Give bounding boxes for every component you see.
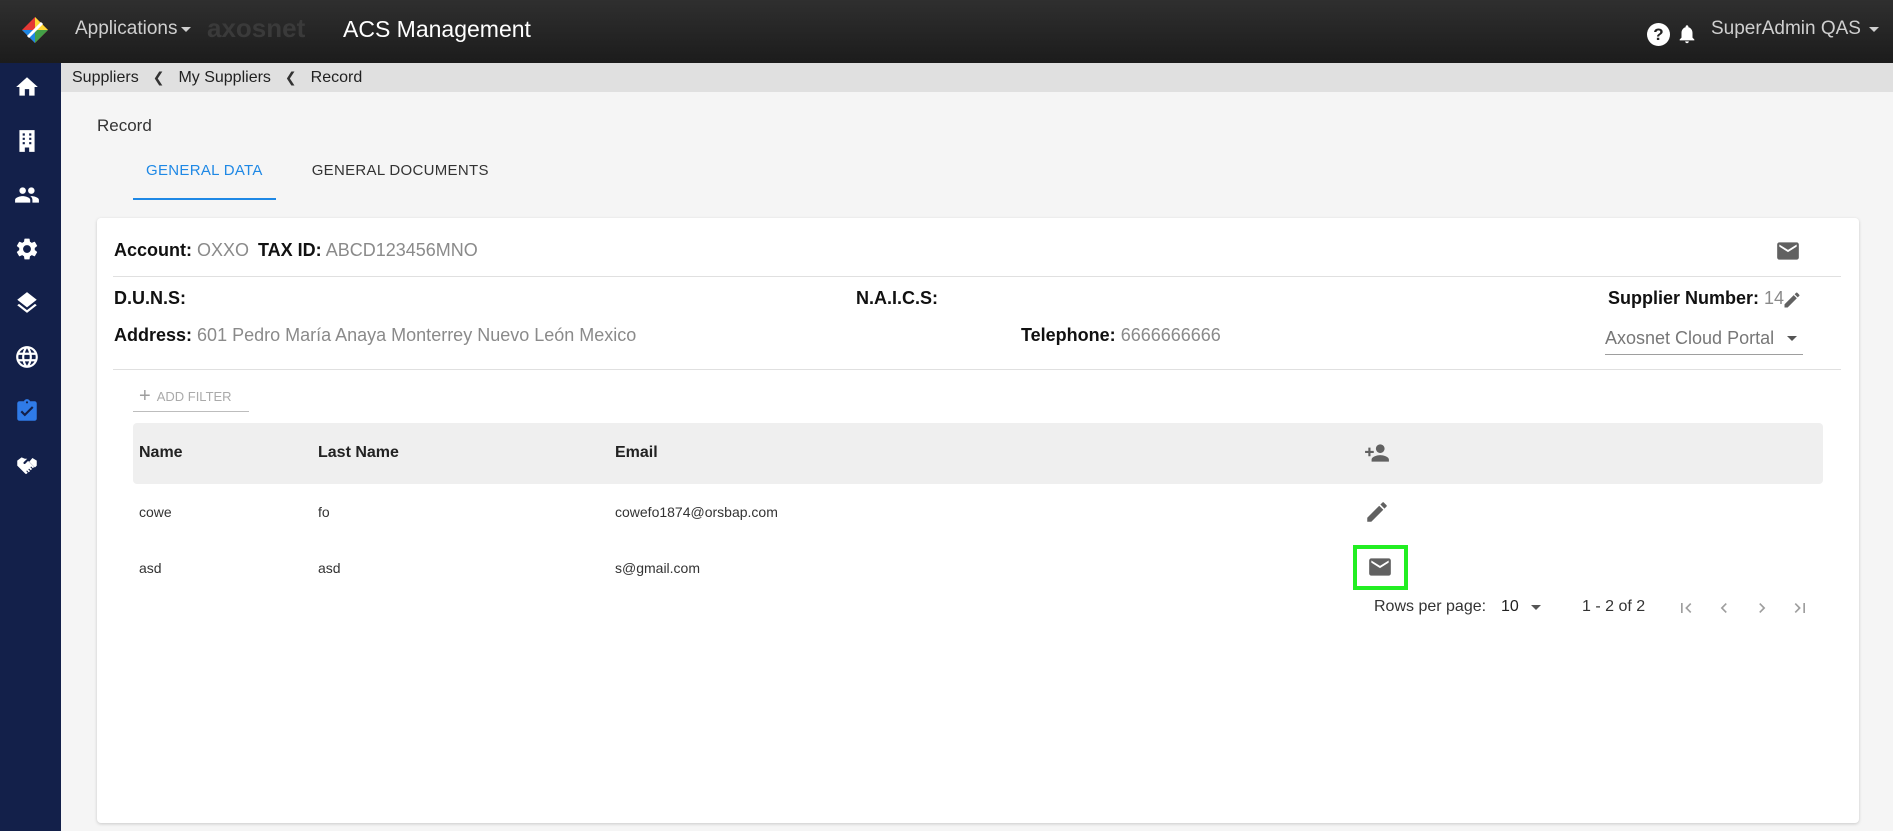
cell-name: cowe [139, 504, 172, 520]
globe-icon [16, 346, 38, 368]
user-menu[interactable]: SuperAdmin QAS [1711, 18, 1879, 40]
first-page-icon [1681, 603, 1692, 613]
rows-per-page-select[interactable]: 10 [1501, 598, 1541, 616]
mail-icon [1369, 558, 1391, 576]
handshake-icon [17, 457, 37, 474]
column-header-last-name[interactable]: Last Name [318, 444, 399, 462]
table-header: Name Last Name Email [133, 423, 1823, 484]
account-label: Account: [114, 240, 192, 260]
previous-page-button[interactable] [1714, 598, 1734, 618]
sidebar-item-layers[interactable] [13, 289, 41, 317]
users-icon [15, 187, 39, 203]
cell-name: asd [139, 560, 162, 576]
help-icon[interactable]: ? [1647, 23, 1670, 46]
caret-down-icon [1787, 335, 1797, 341]
rows-per-page-value: 10 [1501, 598, 1519, 615]
add-contact-button[interactable] [1362, 438, 1392, 468]
cell-last-name: asd [318, 560, 341, 576]
cell-email: cowefo1874@orsbap.com [615, 504, 778, 520]
applications-label: Applications [75, 18, 178, 39]
supplier-number-label: Supplier Number: [1608, 288, 1760, 308]
caret-down-icon [1868, 26, 1879, 32]
chevron-left-icon: ❮ [284, 69, 297, 85]
breadcrumb-record: Record [310, 68, 363, 86]
app-title: ACS Management [343, 16, 531, 42]
sidebar-item-settings[interactable] [13, 235, 41, 263]
sidebar-item-tasks[interactable] [13, 397, 41, 425]
taxid-value: ABCD123456MNO [325, 240, 478, 260]
portal-select-value: Axosnet Cloud Portal [1605, 327, 1775, 348]
column-header-email[interactable]: Email [615, 444, 658, 462]
add-filter-button[interactable]: + ADD FILTER [133, 382, 249, 412]
taxid-field: TAX ID: ABCD123456MNO [258, 240, 478, 261]
naics-label: N.A.I.C.S: [856, 288, 939, 308]
address-value: 601 Pedro María Anaya Monterrey Nuevo Le… [197, 325, 637, 345]
layers-icon [17, 292, 37, 313]
record-card: Account: OXXO TAX ID: ABCD123456MNO D.U.… [97, 218, 1859, 823]
breadcrumb: Suppliers ❮ My Suppliers ❮ Record [61, 63, 1893, 92]
plus-icon: + [139, 385, 151, 407]
portal-select[interactable]: Axosnet Cloud Portal [1605, 322, 1803, 355]
chevron-left-icon [1720, 603, 1727, 613]
send-invite-button[interactable] [1365, 552, 1395, 582]
cell-email: s@gmail.com [615, 560, 701, 576]
person-add-icon [1365, 444, 1389, 462]
add-filter-label: ADD FILTER [156, 389, 232, 404]
tab-bar: GENERAL DATA GENERAL DOCUMENTS [133, 152, 502, 200]
address-label: Address: [114, 325, 193, 345]
sidebar [0, 63, 61, 831]
tab-general-documents[interactable]: GENERAL DOCUMENTS [299, 152, 502, 200]
breadcrumb-my-suppliers[interactable]: My Suppliers [178, 69, 270, 87]
divider [113, 276, 1841, 277]
mail-icon[interactable] [1775, 238, 1801, 264]
caret-down-icon [181, 26, 192, 32]
pagination-range: 1 - 2 of 2 [1582, 598, 1646, 615]
sidebar-item-companies[interactable] [13, 127, 41, 155]
sidebar-item-home[interactable] [13, 73, 41, 101]
chevron-right-icon [1759, 603, 1766, 613]
app-logo-icon[interactable] [20, 15, 50, 45]
telephone-field: Telephone: 6666666666 [1021, 325, 1221, 346]
building-icon [19, 130, 35, 152]
sidebar-item-globe[interactable] [13, 343, 41, 371]
divider [113, 369, 1841, 370]
duns-field: D.U.N.S: [114, 288, 186, 309]
chevron-left-icon: ❮ [152, 69, 165, 85]
brand-logo: axosnet [207, 13, 306, 43]
tab-general-data[interactable]: GENERAL DATA [133, 152, 276, 200]
applications-menu[interactable]: Applications [75, 18, 192, 40]
next-page-button[interactable] [1752, 598, 1772, 618]
top-bar: Applications axosnet ACS Management ? Su… [0, 0, 1893, 63]
caret-down-icon [1530, 604, 1541, 610]
pencil-icon[interactable] [1782, 290, 1802, 310]
account-field: Account: OXXO [114, 240, 249, 261]
sidebar-item-users[interactable] [13, 181, 41, 209]
clipboard-check-icon [17, 399, 37, 421]
column-header-name[interactable]: Name [139, 444, 183, 462]
first-page-button[interactable] [1676, 598, 1696, 618]
taxid-label: TAX ID: [258, 240, 322, 260]
last-page-button[interactable] [1790, 598, 1810, 618]
pencil-icon [1367, 502, 1387, 522]
naics-field: N.A.I.C.S: [856, 288, 938, 309]
account-value: OXXO [197, 240, 250, 260]
breadcrumb-suppliers[interactable]: Suppliers [72, 69, 139, 87]
page-title: Record [97, 116, 152, 135]
home-icon [16, 77, 38, 96]
edit-contact-button[interactable] [1362, 497, 1392, 527]
supplier-number-field: Supplier Number: 14 [1608, 288, 1784, 309]
last-page-icon [1794, 603, 1805, 613]
telephone-label: Telephone: [1021, 325, 1116, 345]
cell-last-name: fo [318, 504, 330, 520]
sidebar-item-suppliers[interactable] [13, 451, 41, 479]
address-field: Address: 601 Pedro María Anaya Monterrey… [114, 325, 636, 346]
notification-bell-icon[interactable] [1676, 22, 1698, 46]
gear-icon [16, 238, 38, 260]
rows-per-page-label: Rows per page: [1374, 598, 1487, 615]
user-name: SuperAdmin QAS [1711, 18, 1861, 39]
telephone-value: 6666666666 [1120, 325, 1221, 345]
duns-label: D.U.N.S: [114, 288, 186, 308]
